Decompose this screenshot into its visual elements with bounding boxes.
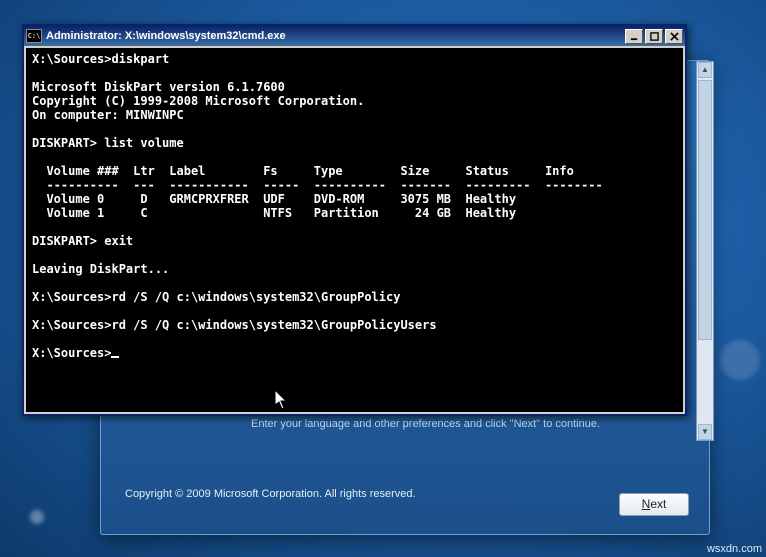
minimize-icon [630,32,639,41]
cmd-output-text: X:\Sources>diskpart Microsoft DiskPart v… [32,52,603,360]
window-title: Administrator: X:\windows\system32\cmd.e… [46,30,625,42]
maximize-icon [650,32,659,41]
cmd-terminal[interactable]: X:\Sources>diskpart Microsoft DiskPart v… [26,48,683,412]
maximize-button[interactable] [645,29,663,44]
copyright-text: Copyright © 2009 Microsoft Corporation. … [125,488,416,500]
scroll-up-arrow-icon[interactable]: ▲ [698,62,712,78]
scroll-down-arrow-icon[interactable]: ▼ [698,424,712,440]
setup-scrollbar[interactable]: ▲ ▼ [696,61,714,441]
cmd-window: C:\ Administrator: X:\windows\system32\c… [22,24,687,416]
titlebar[interactable]: C:\ Administrator: X:\windows\system32\c… [24,26,685,46]
next-button[interactable]: Next [619,493,689,516]
close-icon [670,32,679,41]
watermark-text: wsxdn.com [707,543,762,555]
setup-hint-text: Enter your language and other preference… [251,418,600,430]
minimize-button[interactable] [625,29,643,44]
close-button[interactable] [665,29,683,44]
scroll-thumb[interactable] [698,80,712,340]
background-flare [30,510,44,524]
next-button-label: ext [650,497,666,511]
cmd-icon: C:\ [26,29,42,43]
setup-footer: Copyright © 2009 Microsoft Corporation. … [101,464,709,534]
cursor-icon [111,356,119,358]
background-flare [720,340,760,380]
